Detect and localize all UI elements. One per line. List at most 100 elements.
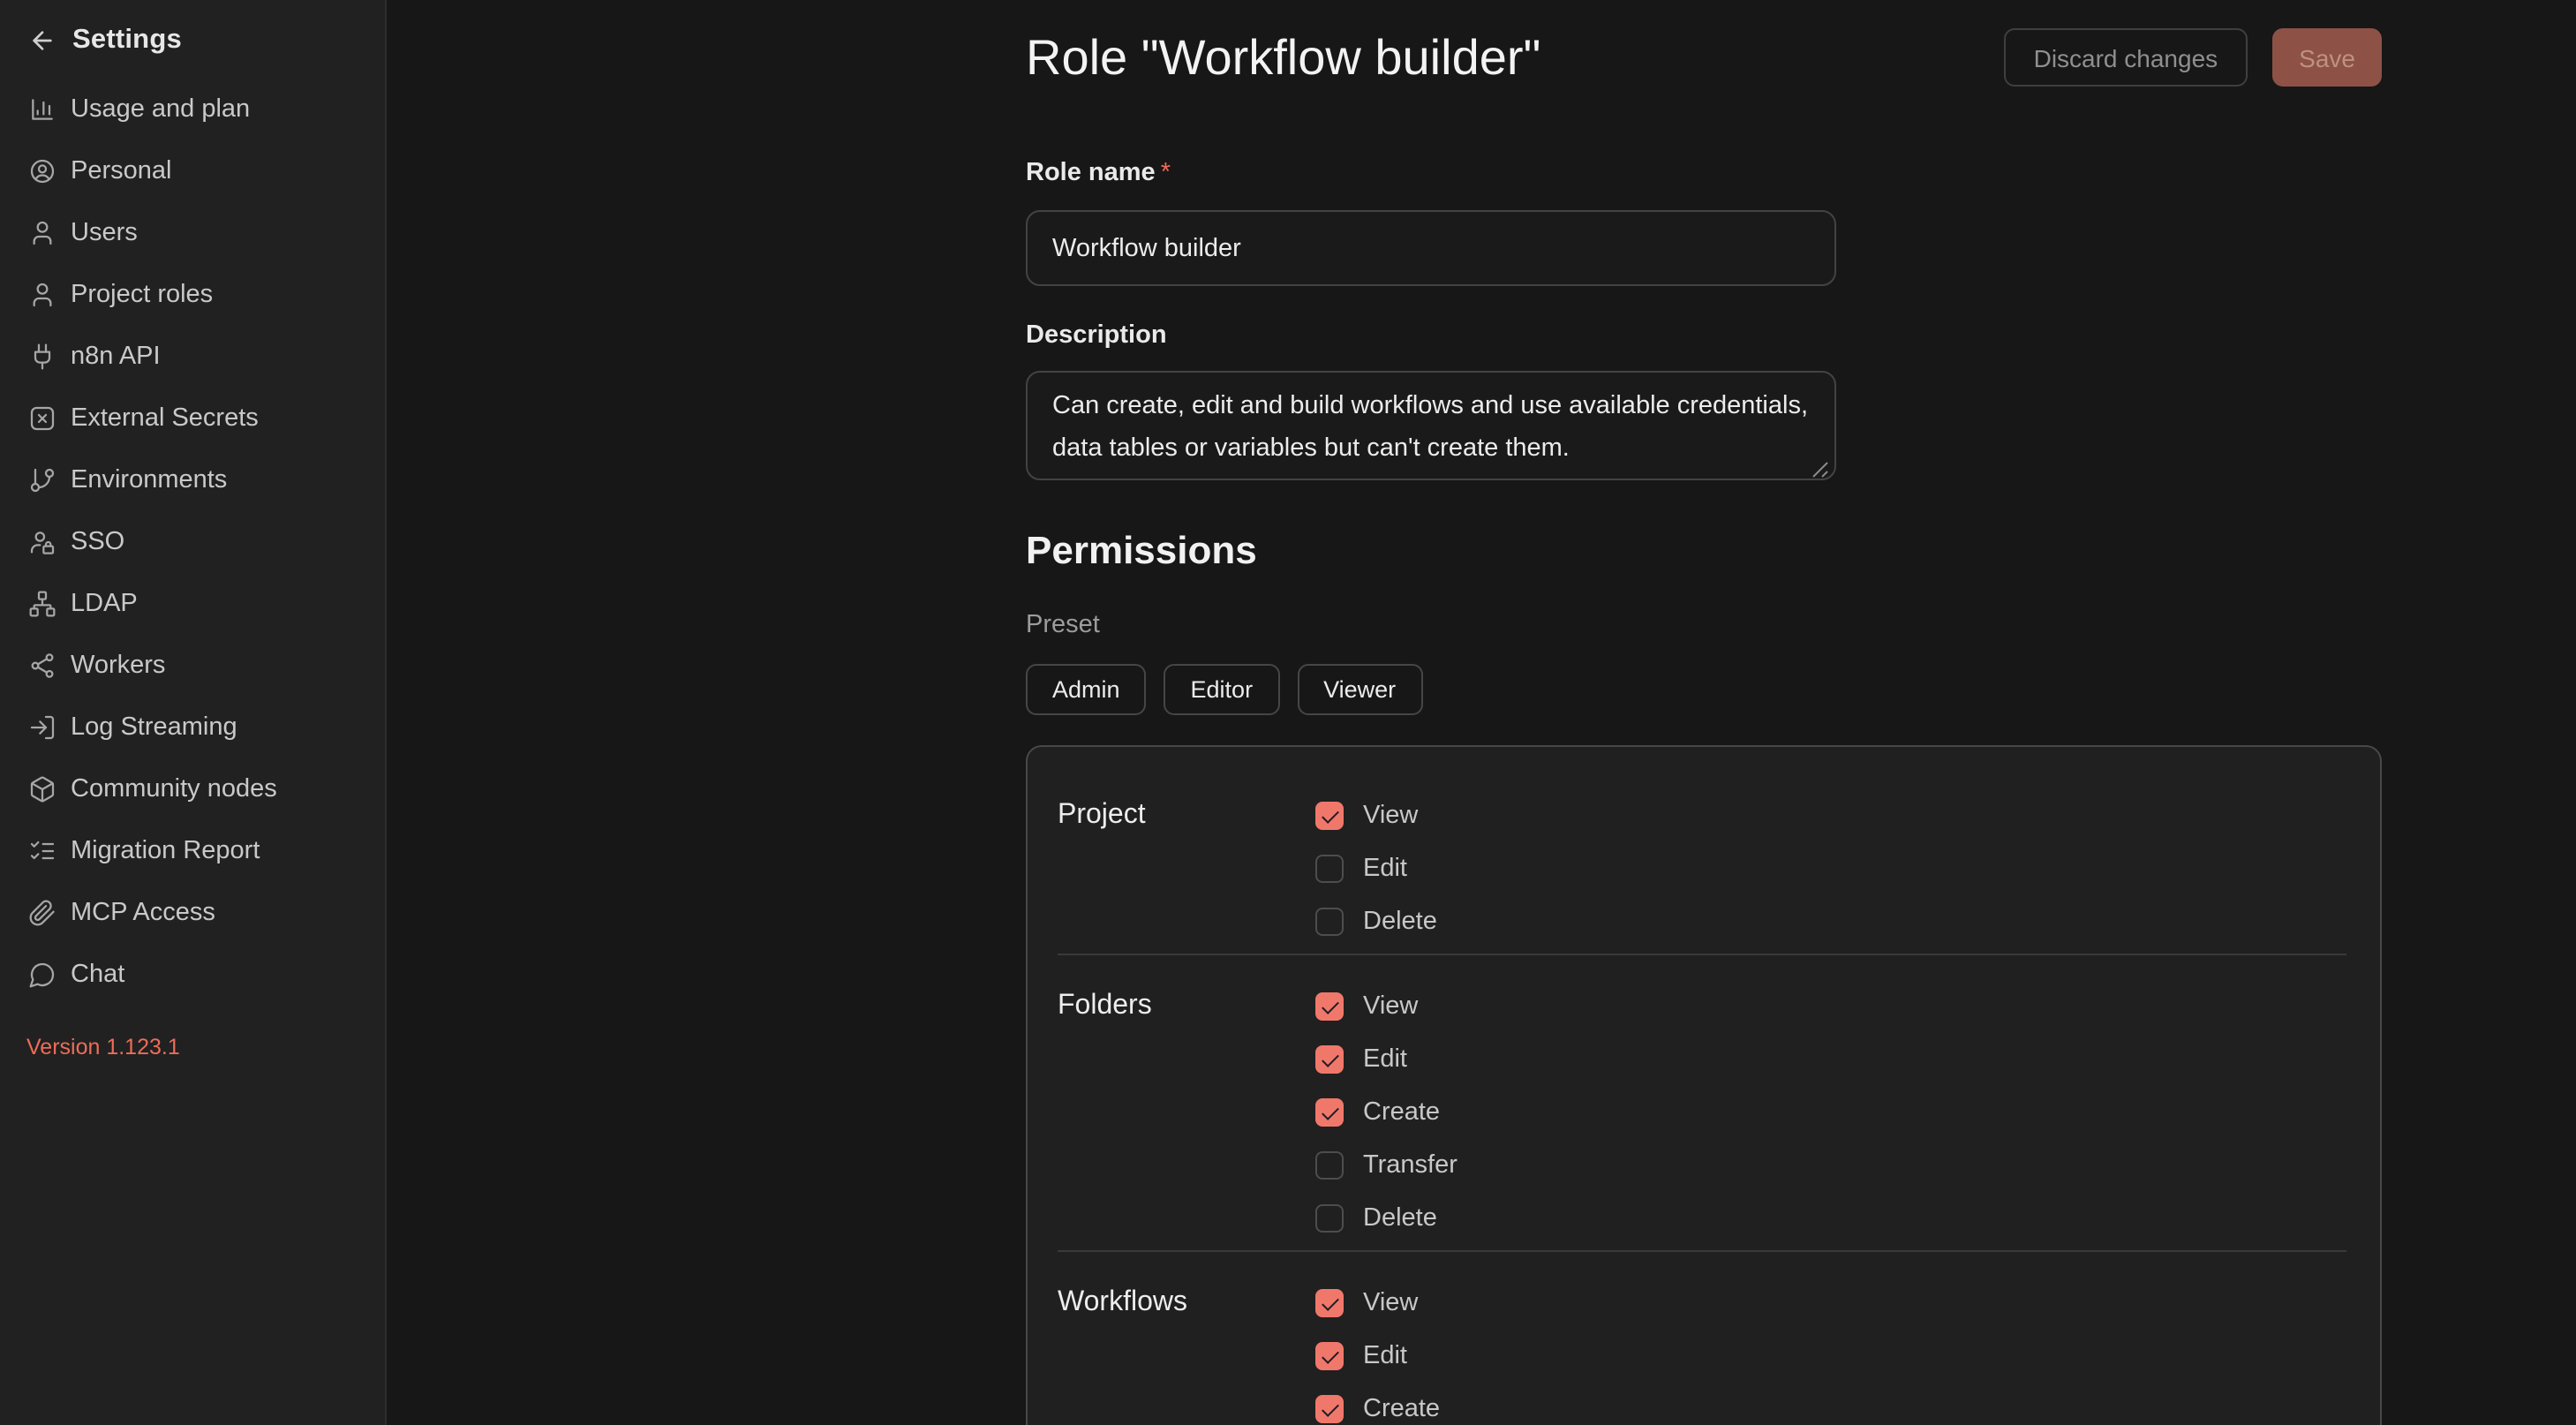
sidebar-item-label: Users (71, 218, 138, 246)
description-textarea[interactable]: Can create, edit and build workflows and… (1026, 371, 1836, 480)
permission-group-workflows: Workflows View Edit Create (1058, 1277, 2380, 1425)
permission-label[interactable]: Delete (1363, 908, 1437, 936)
permission-group-folders: Folders View Edit Create Transfer Delete (1058, 980, 2380, 1245)
preset-button-editor[interactable]: Editor (1164, 664, 1280, 715)
box-icon (28, 774, 56, 803)
permission-label[interactable]: View (1363, 992, 1418, 1021)
permission-row-workflows-create[interactable]: Create (1315, 1383, 2380, 1425)
sidebar-item-personal[interactable]: Personal (0, 139, 385, 201)
message-circle-icon (28, 960, 56, 988)
preset-button-admin[interactable]: Admin (1026, 664, 1147, 715)
bar-chart-icon (28, 94, 56, 123)
checkbox-unchecked[interactable] (1315, 1151, 1344, 1180)
permission-row-workflows-edit[interactable]: Edit (1315, 1330, 2380, 1383)
sidebar-item-label: Environments (71, 465, 227, 494)
save-button[interactable]: Save (2272, 28, 2382, 87)
plug-icon (28, 342, 56, 370)
checkbox-unchecked[interactable] (1315, 908, 1344, 936)
permission-label[interactable]: Edit (1363, 855, 1407, 883)
title-row: Role "Workflow builder" Discard changes … (1026, 28, 2382, 87)
permission-group-rows: View Edit Create Transfer Delete (1315, 980, 2380, 1245)
sidebar-item-label: Chat (71, 960, 124, 988)
permission-row-folders-transfer[interactable]: Transfer (1315, 1139, 2380, 1192)
sidebar-item-community-nodes[interactable]: Community nodes (0, 758, 385, 819)
checkbox-checked[interactable] (1315, 1395, 1344, 1423)
sidebar-item-ldap[interactable]: LDAP (0, 572, 385, 634)
sidebar-item-label: Migration Report (71, 836, 260, 864)
checkbox-unchecked[interactable] (1315, 855, 1344, 883)
log-in-icon (28, 712, 56, 741)
permission-group-rows: View Edit Delete (1315, 789, 2380, 948)
checkbox-checked[interactable] (1315, 992, 1344, 1021)
permission-row-folders-delete[interactable]: Delete (1315, 1192, 2380, 1245)
sidebar-item-label: Community nodes (71, 774, 277, 803)
sidebar-item-label: Workers (71, 651, 165, 679)
permission-group-name: Folders (1058, 980, 1315, 1245)
sidebar-item-usage-and-plan[interactable]: Usage and plan (0, 78, 385, 139)
checkbox-checked[interactable] (1315, 1342, 1344, 1370)
page-title: Role "Workflow builder" (1026, 28, 1540, 87)
permission-label[interactable]: Create (1363, 1098, 1440, 1127)
permission-row-project-delete[interactable]: Delete (1315, 895, 2380, 948)
permission-row-project-edit[interactable]: Edit (1315, 842, 2380, 895)
permission-row-project-view[interactable]: View (1315, 789, 2380, 842)
permission-row-folders-edit[interactable]: Edit (1315, 1033, 2380, 1086)
role-name-input[interactable] (1026, 210, 1836, 286)
share-nodes-icon (28, 651, 56, 679)
discard-changes-button[interactable]: Discard changes (2004, 28, 2248, 87)
sidebar-item-chat[interactable]: Chat (0, 943, 385, 1005)
permission-label[interactable]: Transfer (1363, 1151, 1457, 1180)
checkbox-checked[interactable] (1315, 1098, 1344, 1127)
permission-row-workflows-view[interactable]: View (1315, 1277, 2380, 1330)
permission-label[interactable]: Create (1363, 1395, 1440, 1423)
user-icon (28, 218, 56, 246)
settings-sidebar: Settings Usage and plan Personal Users Proj… (0, 0, 387, 1425)
group-divider (1058, 1250, 2346, 1252)
sidebar-item-label: n8n API (71, 342, 161, 370)
sidebar-item-users[interactable]: Users (0, 201, 385, 263)
permission-label[interactable]: Edit (1363, 1045, 1407, 1074)
settings-page: Settings Usage and plan Personal Users Proj… (0, 0, 2576, 1425)
checkbox-checked[interactable] (1315, 1289, 1344, 1317)
checkbox-checked[interactable] (1315, 802, 1344, 830)
permission-group-name: Workflows (1058, 1277, 1315, 1425)
permission-label[interactable]: View (1363, 802, 1418, 830)
list-checks-icon (28, 836, 56, 864)
permission-group-name: Project (1058, 789, 1315, 948)
permission-label[interactable]: Delete (1363, 1204, 1437, 1233)
sidebar-item-n8n-api[interactable]: n8n API (0, 325, 385, 387)
sidebar-item-mcp-access[interactable]: MCP Access (0, 881, 385, 943)
permissions-heading: Permissions (1026, 526, 2382, 576)
version-link[interactable]: Version 1.123.1 (26, 1035, 357, 1059)
sidebar-item-sso[interactable]: SSO (0, 510, 385, 572)
role-name-label: Role name* (1026, 155, 2382, 191)
git-branch-icon (28, 465, 56, 494)
sidebar-header[interactable]: Settings (0, 0, 385, 64)
permission-group-rows: View Edit Create (1315, 1277, 2380, 1425)
user-lock-icon (28, 527, 56, 555)
group-divider (1058, 954, 2346, 955)
permission-label[interactable]: Edit (1363, 1342, 1407, 1370)
sidebar-menu: Usage and plan Personal Users Project roles… (0, 78, 385, 1005)
main-area: Role "Workflow builder" Discard changes … (387, 0, 2576, 1425)
role-editor: Role "Workflow builder" Discard changes … (1026, 28, 2382, 1425)
arrow-left-icon[interactable] (28, 26, 56, 55)
permission-label[interactable]: View (1363, 1289, 1418, 1317)
user-icon (28, 280, 56, 308)
sidebar-item-project-roles[interactable]: Project roles (0, 263, 385, 325)
permission-row-folders-create[interactable]: Create (1315, 1086, 2380, 1139)
sidebar-item-label: Personal (71, 156, 171, 185)
sidebar-item-environments[interactable]: Environments (0, 449, 385, 510)
checkbox-unchecked[interactable] (1315, 1204, 1344, 1233)
required-marker: * (1161, 159, 1171, 187)
sidebar-item-workers[interactable]: Workers (0, 634, 385, 696)
permissions-card: Project View Edit Delete Folders View Edit Crea… (1026, 745, 2382, 1425)
sidebar-item-external-secrets[interactable]: External Secrets (0, 387, 385, 449)
checkbox-checked[interactable] (1315, 1045, 1344, 1074)
permission-row-folders-view[interactable]: View (1315, 980, 2380, 1033)
sidebar-item-label: External Secrets (71, 403, 259, 432)
sidebar-item-log-streaming[interactable]: Log Streaming (0, 696, 385, 758)
preset-button-viewer[interactable]: Viewer (1297, 664, 1422, 715)
paperclip-icon (28, 898, 56, 926)
sidebar-item-migration-report[interactable]: Migration Report (0, 819, 385, 881)
